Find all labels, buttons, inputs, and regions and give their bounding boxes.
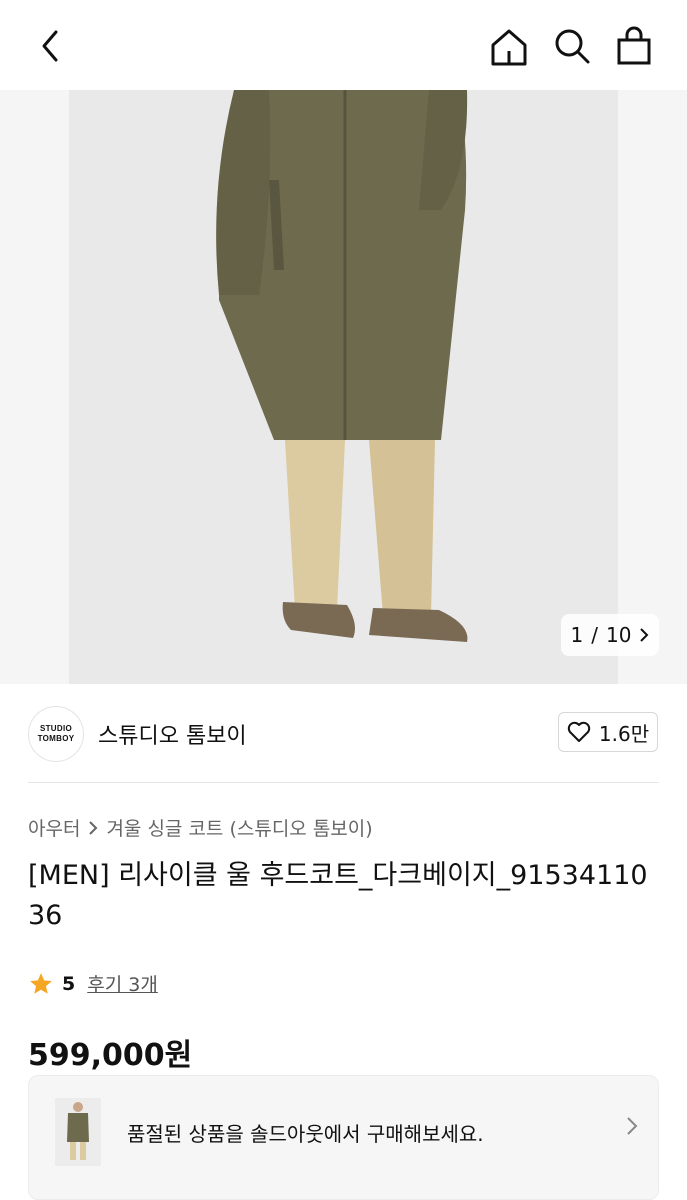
breadcrumb-item-category[interactable]: 아우터 <box>28 814 80 841</box>
star-icon <box>30 972 52 994</box>
brand-logo-line1: STUDIO <box>39 724 73 733</box>
pager-total: 10 <box>606 623 632 647</box>
soldout-promo-card[interactable]: 품절된 상품을 솔드아웃에서 구매해보세요. <box>28 1075 659 1200</box>
rating-row: 5 후기 3개 <box>28 970 158 997</box>
divider <box>28 782 659 783</box>
soldout-card-arrow[interactable] <box>626 1116 638 1140</box>
search-button[interactable] <box>550 24 594 68</box>
chevron-right-icon <box>89 820 98 835</box>
soldout-thumbnail <box>55 1098 101 1166</box>
top-nav-bar <box>0 0 687 90</box>
brand-like-button[interactable]: 1.6만 <box>558 712 658 752</box>
cart-button[interactable] <box>612 24 656 68</box>
search-icon <box>555 29 590 64</box>
home-icon <box>491 29 527 66</box>
soldout-card-text: 품절된 상품을 솔드아웃에서 구매해보세요. <box>127 1122 484 1146</box>
chevron-left-icon <box>42 30 58 62</box>
brand-row[interactable]: STUDIO TOMBOY 스튜디오 톰보이 1.6만 <box>0 684 687 782</box>
image-pager[interactable]: 1 / 10 <box>561 614 659 656</box>
pager-current: 1 <box>570 623 584 647</box>
brand-logo[interactable]: STUDIO TOMBOY <box>28 706 84 762</box>
product-price: 599,000원 <box>28 1038 193 1073</box>
product-photo <box>69 90 618 684</box>
breadcrumb: 아우터 겨울 싱글 코트 (스튜디오 톰보이) <box>28 814 373 841</box>
heart-icon <box>567 721 591 742</box>
rating-score: 5 <box>62 972 76 995</box>
product-title: [MEN] 리사이클 울 후드코트_다크베이지_9153411036 <box>28 860 648 931</box>
product-image-gallery[interactable]: 1 / 10 <box>0 90 687 684</box>
chevron-right-icon <box>640 628 649 642</box>
back-button[interactable] <box>28 24 72 68</box>
chevron-right-icon <box>627 1117 638 1135</box>
brand-logo-line2: TOMBOY <box>37 734 75 743</box>
like-count: 1.6만 <box>598 721 650 746</box>
breadcrumb-item-subcategory[interactable]: 겨울 싱글 코트 (스튜디오 톰보이) <box>106 814 372 841</box>
reviews-link[interactable]: 후기 3개 <box>87 970 158 997</box>
brand-name[interactable]: 스튜디오 톰보이 <box>98 718 247 750</box>
home-button[interactable] <box>486 24 532 70</box>
shopping-bag-icon <box>617 26 651 65</box>
pager-separator: / <box>591 623 599 647</box>
